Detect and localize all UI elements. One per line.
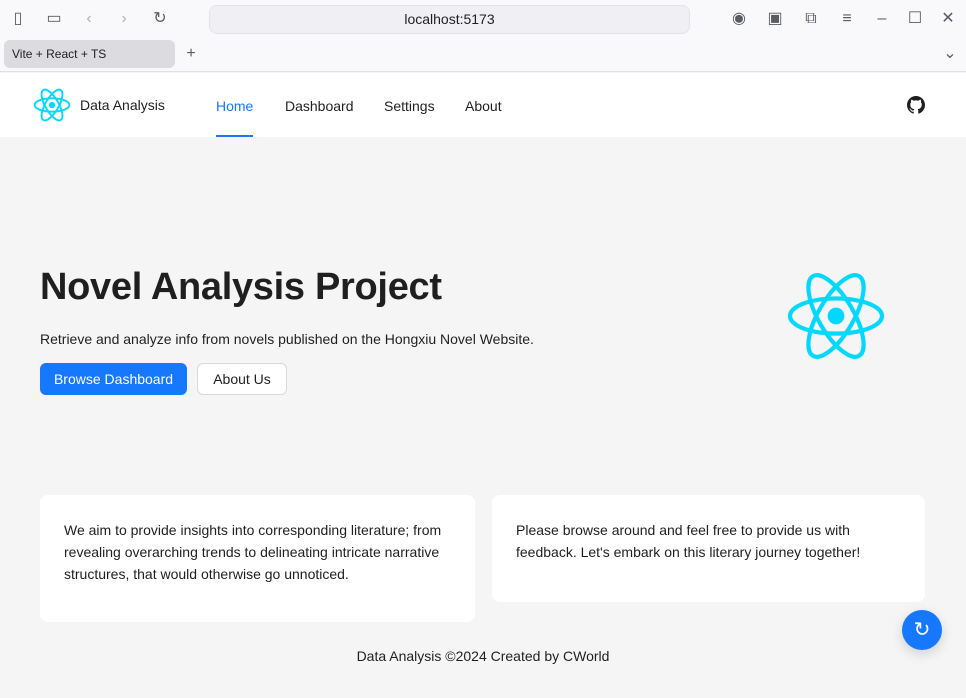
react-hero-logo-icon [787, 273, 885, 359]
github-icon[interactable] [907, 96, 925, 114]
refresh-float-button[interactable]: ↻ [902, 610, 942, 650]
hero-title: Novel Analysis Project [40, 266, 442, 308]
menu-icon[interactable]: ≡ [837, 9, 857, 29]
mission-card: We aim to provide insights into correspo… [40, 495, 475, 622]
hero-subtitle: Retrieve and analyze info from novels pu… [40, 331, 534, 347]
nav-home[interactable]: Home [216, 73, 254, 137]
top-nav: Data Analysis Home Dashboard Settings Ab… [0, 73, 966, 137]
forward-icon[interactable]: › [114, 9, 134, 29]
browse-dashboard-button[interactable]: Browse Dashboard [40, 363, 187, 395]
about-us-button[interactable]: About Us [197, 363, 287, 395]
tab-tray-icon[interactable]: ▭ [44, 9, 64, 29]
extensions-puzzle-icon[interactable]: ⧉ [801, 9, 821, 29]
footer: Data Analysis ©2024 Created by CWorld [356, 648, 610, 664]
sidebar-icon[interactable]: ▯ [8, 9, 28, 29]
address-bar[interactable]: localhost:5173 [209, 5, 690, 34]
nav-dashboard[interactable]: Dashboard [285, 73, 354, 139]
react-logo-icon[interactable] [33, 87, 71, 123]
brand-name[interactable]: Data Analysis [80, 73, 165, 137]
back-icon[interactable]: ‹ [79, 9, 99, 29]
browser-tab[interactable]: Vite + React + TS [4, 40, 175, 68]
browser-chrome: ▯ ▭ ‹ › ↻ localhost:5173 ◉ ▣ ⧉ ≡ – ☐ ✕ V… [0, 0, 966, 72]
password-icon[interactable]: ▣ [765, 9, 785, 29]
new-tab-button[interactable]: + [181, 44, 201, 64]
nav-settings[interactable]: Settings [384, 73, 435, 139]
nav-about[interactable]: About [465, 73, 502, 139]
reload-icon[interactable]: ↻ [150, 9, 170, 29]
refresh-icon: ↻ [913, 619, 931, 641]
tab-list-chevron-icon[interactable]: ⌄ [940, 44, 960, 64]
close-icon[interactable]: ✕ [938, 9, 958, 29]
feedback-card: Please browse around and feel free to pr… [492, 495, 925, 602]
extension-icon[interactable]: ◉ [729, 9, 749, 29]
minimize-icon[interactable]: – [872, 9, 892, 29]
maximize-icon[interactable]: ☐ [905, 9, 925, 29]
